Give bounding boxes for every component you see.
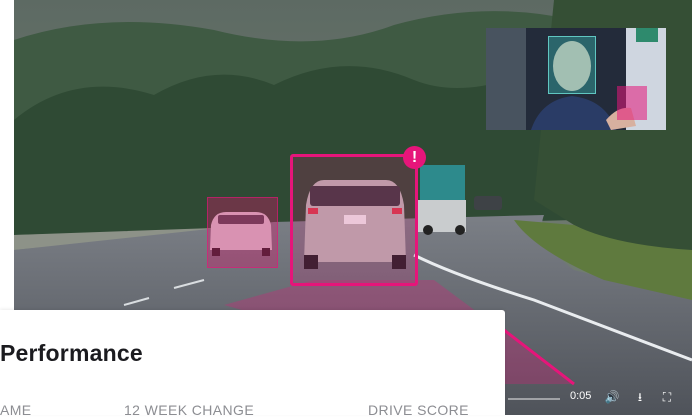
driver-camera-inset[interactable] bbox=[486, 28, 666, 130]
column-header-12-week-change[interactable]: 12 WEEK CHANGE bbox=[124, 402, 254, 418]
column-header-drive-score[interactable]: DRIVE SCORE bbox=[368, 402, 469, 418]
vehicle-detection-box bbox=[207, 197, 278, 268]
card-title: Performance bbox=[0, 340, 143, 366]
download-icon[interactable]: ⭳ bbox=[631, 388, 649, 406]
progress-bar[interactable] bbox=[508, 398, 560, 400]
fullscreen-icon[interactable]: ⛶ bbox=[658, 388, 676, 406]
performance-card: Performance AME 12 WEEK CHANGE DRIVE SCO… bbox=[0, 310, 505, 418]
playback-time: 0:05 bbox=[570, 390, 592, 402]
alert-badge-icon[interactable]: ! bbox=[403, 146, 426, 169]
volume-icon[interactable]: 🔊 bbox=[603, 388, 621, 406]
distraction-detection-box bbox=[617, 86, 647, 120]
column-header-name[interactable]: AME bbox=[0, 402, 32, 418]
face-detection-box bbox=[548, 36, 596, 94]
lead-vehicle-detection-box bbox=[290, 154, 418, 286]
